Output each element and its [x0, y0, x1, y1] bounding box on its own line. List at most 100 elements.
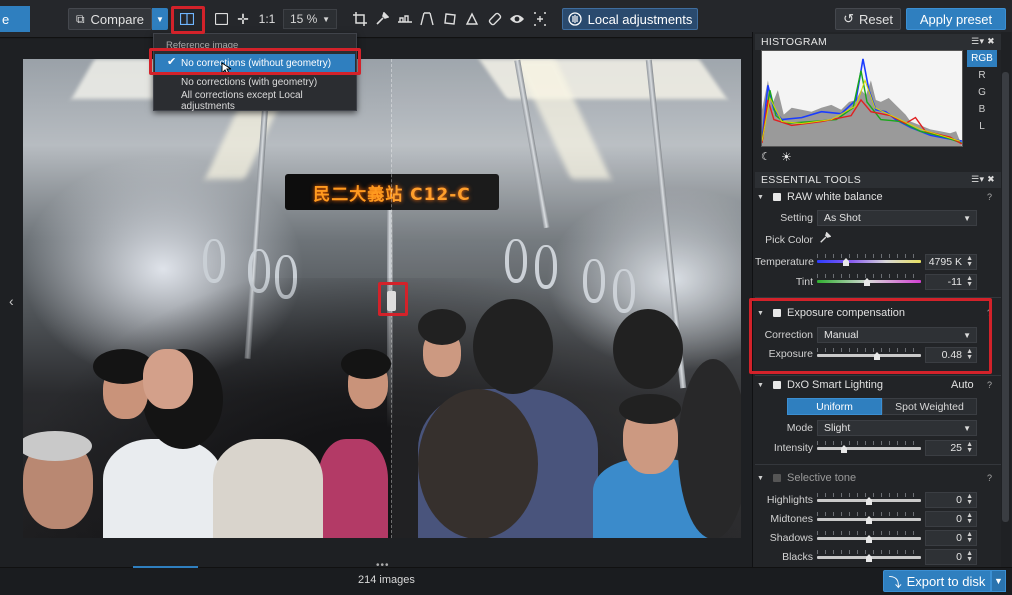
highlight-clipping-sun-icon[interactable]: ☀	[781, 150, 792, 164]
histogram-header[interactable]: HISTOGRAM ☰▾ ✖	[755, 34, 1001, 50]
compare-button[interactable]: ⧉ Compare	[68, 8, 152, 30]
reference-image-menu: Reference image ✔ No corrections (withou…	[153, 33, 357, 112]
eyedropper-icon[interactable]	[819, 231, 832, 247]
perspective-triangle-icon[interactable]	[463, 10, 481, 28]
enable-checkbox[interactable]	[773, 381, 781, 389]
mode-select[interactable]: Slight ▼	[817, 420, 977, 436]
intensity-input[interactable]: 25 ▲ ▼	[925, 440, 977, 456]
enable-checkbox[interactable]	[773, 193, 781, 201]
resize-grip-icon[interactable]: •••	[376, 560, 390, 571]
panel-scrollbar-thumb[interactable]	[1002, 72, 1009, 522]
shadow-clipping-moon-icon[interactable]: ☾	[761, 150, 771, 163]
raw-white-balance-header[interactable]: ▼ RAW white balance	[757, 189, 883, 205]
workspace-tab[interactable]: e	[0, 6, 30, 32]
eyedropper-icon[interactable]	[373, 10, 391, 28]
zoom-select[interactable]: 15 % ▼	[283, 9, 337, 29]
exposure-slider[interactable]	[817, 348, 921, 362]
palette-menu-close-icon[interactable]: ☰▾ ✖	[971, 174, 995, 185]
smart-lighting-header[interactable]: ▼ DxO Smart Lighting	[757, 377, 883, 393]
export-options-dropdown[interactable]: ▼	[991, 570, 1006, 592]
spinner-icon[interactable]: ▲ ▼	[966, 255, 973, 268]
tint-slider[interactable]	[817, 274, 921, 288]
help-icon[interactable]: ?	[987, 192, 992, 202]
midtones-input[interactable]: 0 ▲ ▼	[925, 511, 977, 527]
passenger	[103, 439, 223, 538]
shadows-input[interactable]: 0 ▲ ▼	[925, 530, 977, 546]
spinner-icon[interactable]: ▲ ▼	[966, 531, 973, 544]
channel-b[interactable]: B	[967, 101, 997, 118]
horizon-icon[interactable]	[395, 10, 415, 28]
collapse-triangle-icon[interactable]: ▼	[757, 382, 767, 389]
blacks-slider[interactable]	[817, 550, 921, 564]
watermark-icon[interactable]	[531, 10, 549, 28]
collapse-triangle-icon[interactable]: ▼	[757, 475, 767, 482]
channel-l[interactable]: L	[967, 118, 997, 135]
palette-menu-close-icon[interactable]: ☰▾ ✖	[971, 36, 995, 47]
selective-tone-header[interactable]: ▼ Selective tone	[757, 470, 856, 486]
intensity-value: 25	[950, 442, 962, 454]
channel-g[interactable]: G	[967, 84, 997, 101]
repair-icon[interactable]	[486, 10, 504, 28]
export-to-disk-button[interactable]: ⤵ Export to disk	[883, 570, 991, 592]
correction-value: Manual	[824, 329, 859, 341]
exposure-value: 0.48	[941, 349, 962, 361]
highlights-slider[interactable]	[817, 493, 921, 507]
temperature-input[interactable]: 4795 K ▲ ▼	[925, 254, 977, 270]
correction-select[interactable]: Manual ▼	[817, 327, 977, 343]
menu-item-no-corrections-with-geometry[interactable]: No corrections (with geometry)	[155, 73, 355, 91]
perspective-rect-icon[interactable]	[441, 10, 459, 28]
one-to-one-button[interactable]: 1:1	[257, 10, 277, 28]
filmstrip-tab-indicator[interactable]	[133, 566, 198, 568]
spinner-icon[interactable]: ▲ ▼	[966, 348, 973, 361]
collapse-triangle-icon[interactable]: ▼	[757, 310, 767, 317]
apply-preset-button[interactable]: Apply preset	[906, 8, 1006, 30]
section-divider	[755, 375, 1001, 376]
split-view-button[interactable]	[175, 9, 199, 29]
chevron-down-icon: ▼	[156, 14, 164, 24]
split-handle[interactable]	[387, 291, 396, 311]
mode-spot-weighted-button[interactable]: Spot Weighted	[882, 398, 977, 415]
enable-checkbox[interactable]	[773, 309, 781, 317]
perspective-icon[interactable]	[418, 10, 436, 28]
local-adjustments-button[interactable]: Local adjustments	[562, 8, 698, 30]
highlights-label: Highlights	[766, 494, 813, 506]
exposure-input[interactable]: 0.48 ▲ ▼	[925, 347, 977, 363]
local-adjustments-label: Local adjustments	[587, 11, 693, 27]
help-icon[interactable]: ?	[987, 308, 992, 318]
histogram-graph	[761, 50, 963, 147]
crop-icon[interactable]	[351, 10, 369, 28]
spinner-icon[interactable]: ▲ ▼	[966, 275, 973, 288]
spinner-icon[interactable]: ▲ ▼	[966, 441, 973, 454]
red-eye-icon[interactable]	[508, 10, 526, 28]
highlights-input[interactable]: 0 ▲ ▼	[925, 492, 977, 508]
compare-icon: ⧉	[75, 11, 85, 26]
help-icon[interactable]: ?	[987, 380, 992, 390]
wb-setting-select[interactable]: As Shot ▼	[817, 210, 977, 226]
exposure-compensation-header[interactable]: ▼ Exposure compensation	[757, 305, 905, 321]
temperature-slider[interactable]	[817, 254, 921, 268]
channel-r[interactable]: R	[967, 67, 997, 84]
exposure-label: Exposure	[768, 348, 813, 360]
menu-item-all-corrections-except-local[interactable]: All corrections except Local adjustments	[155, 90, 355, 112]
spinner-icon[interactable]: ▲ ▼	[966, 512, 973, 525]
single-view-icon[interactable]	[212, 10, 230, 28]
essential-tools-header[interactable]: ESSENTIAL TOOLS ☰▾ ✖	[755, 172, 1001, 188]
move-icon[interactable]: ✛	[234, 10, 252, 28]
section-title: Selective tone	[787, 472, 857, 484]
intensity-slider[interactable]	[817, 441, 921, 455]
spinner-icon[interactable]: ▲ ▼	[966, 493, 973, 506]
channel-rgb[interactable]: RGB	[967, 50, 997, 67]
midtones-slider[interactable]	[817, 512, 921, 526]
enable-checkbox[interactable]	[773, 474, 781, 482]
mode-uniform-button[interactable]: Uniform	[787, 398, 882, 415]
collapse-triangle-icon[interactable]: ▼	[757, 194, 767, 201]
compare-dropdown-button[interactable]: ▼	[152, 8, 168, 30]
spinner-icon[interactable]: ▲ ▼	[966, 550, 973, 563]
reset-button[interactable]: ↺ Reset	[835, 8, 901, 30]
blacks-input[interactable]: 0 ▲ ▼	[925, 549, 977, 565]
chevron-left-icon[interactable]: ‹	[9, 293, 14, 309]
shadows-slider[interactable]	[817, 531, 921, 545]
tint-input[interactable]: -11 ▲ ▼	[925, 274, 977, 290]
menu-item-no-corrections-without-geometry[interactable]: ✔ No corrections (without geometry)	[155, 54, 355, 72]
help-icon[interactable]: ?	[987, 473, 992, 483]
